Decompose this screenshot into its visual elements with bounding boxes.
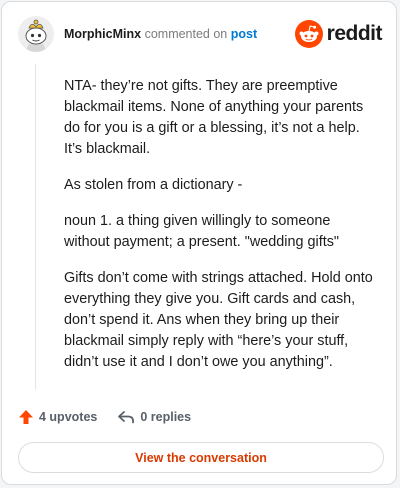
avatar[interactable] bbox=[18, 16, 54, 52]
comment-embed-card: MorphicMinx commented on post reddit NTA… bbox=[1, 1, 397, 485]
upvote-count: 4 upvotes bbox=[39, 410, 98, 424]
reddit-wordmark: reddit bbox=[326, 22, 383, 45]
comment-paragraph: As stolen from a dictionary - bbox=[64, 177, 243, 193]
reply-arrow-icon bbox=[118, 411, 135, 424]
comment-byline: MorphicMinx commented on post bbox=[64, 27, 257, 41]
comment-paragraph: NTA- they’re not gifts. They are preempt… bbox=[64, 78, 364, 157]
post-link[interactable]: post bbox=[231, 27, 257, 41]
upvote-button[interactable]: 4 upvotes bbox=[18, 409, 97, 425]
reddit-brand[interactable]: reddit bbox=[294, 20, 383, 48]
username-link[interactable]: MorphicMinx bbox=[64, 27, 141, 41]
upvote-arrow-icon bbox=[19, 410, 33, 424]
replies-button[interactable]: 0 replies bbox=[117, 409, 191, 425]
action-text: commented on bbox=[144, 27, 228, 41]
thread-line bbox=[35, 64, 36, 390]
reddit-logo-icon bbox=[294, 20, 323, 48]
avatar-snoo-icon bbox=[18, 16, 54, 52]
reply-count: 0 replies bbox=[140, 410, 192, 424]
comment-actions: 4 upvotes 0 replies bbox=[18, 406, 380, 428]
comment-header: MorphicMinx commented on post reddit bbox=[18, 16, 383, 54]
comment-paragraph: noun 1. a thing given willingly to someo… bbox=[64, 213, 339, 250]
view-conversation-button[interactable]: View the conversation bbox=[18, 442, 384, 473]
comment-paragraph: Gifts don’t come with strings attached. … bbox=[64, 270, 373, 370]
comment-body: NTA- they’re not gifts. They are preempt… bbox=[64, 76, 378, 388]
